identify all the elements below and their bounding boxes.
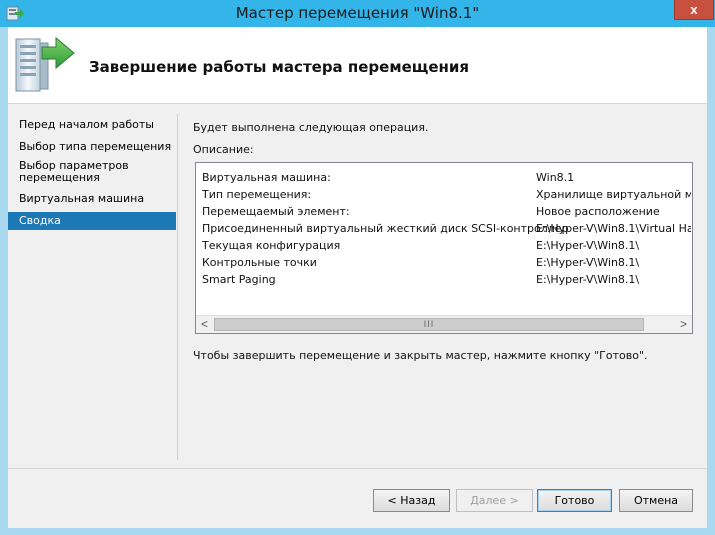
summary-row-value: E:\Hyper-V\Win8.1\ — [536, 239, 640, 252]
horizontal-scrollbar[interactable]: < III > — [196, 315, 692, 333]
scrollbar-thumb[interactable]: III — [214, 318, 644, 331]
finish-hint: Чтобы завершить перемещение и закрыть ма… — [193, 349, 648, 362]
title-bar[interactable]: Мастер перемещения "Win8.1" x — [0, 0, 715, 27]
wizard-header: Завершение работы мастера перемещения — [8, 27, 707, 104]
summary-row-name: Контрольные точки — [202, 256, 317, 269]
wizard-steps-nav: Перед началом работы Выбор типа перемеще… — [8, 105, 178, 460]
nav-step-virtual-machine[interactable]: Виртуальная машина — [8, 193, 176, 205]
intro-text: Будет выполнена следующая операция. — [193, 121, 429, 134]
summary-row-name: Текущая конфигурация — [202, 239, 341, 252]
summary-list-viewport: Виртуальная машина: Win8.1 Тип перемещен… — [196, 163, 692, 315]
close-button[interactable]: x — [674, 0, 714, 20]
summary-row-value: E:\Hyper-V\Win8.1\ — [536, 256, 640, 269]
close-icon: x — [690, 2, 698, 17]
cancel-button[interactable]: Отмена — [619, 489, 693, 512]
nav-divider — [177, 114, 178, 460]
next-button[interactable]: Далее > — [456, 489, 533, 512]
window-title: Мастер перемещения "Win8.1" — [235, 4, 480, 22]
summary-row-name: Тип перемещения: — [202, 188, 312, 201]
summary-row-value: Win8.1 — [536, 171, 575, 184]
server-move-arrow-icon — [15, 36, 75, 92]
chevron-right-icon: > — [679, 317, 687, 331]
summary-row-value: Новое расположение — [536, 205, 660, 218]
page-title: Завершение работы мастера перемещения — [89, 58, 470, 76]
wizard-client-area: Завершение работы мастера перемещения Пе… — [8, 27, 707, 528]
scroll-left-button[interactable]: < — [196, 316, 213, 333]
summary-row-name: Перемещаемый элемент: — [202, 205, 350, 218]
scrollbar-grip-icon: III — [423, 319, 435, 329]
summary-listbox[interactable]: Виртуальная машина: Win8.1 Тип перемещен… — [195, 162, 693, 334]
nav-step-summary[interactable]: Сводка — [8, 212, 176, 230]
summary-row-value: E:\Hyper-V\Win8.1\Virtual Hard Disks — [536, 222, 691, 235]
finish-button[interactable]: Готово — [537, 489, 612, 512]
description-label: Описание: — [193, 143, 254, 156]
footer-divider — [8, 468, 707, 469]
summary-row-name: Smart Paging — [202, 273, 276, 286]
back-button[interactable]: < Назад — [373, 489, 450, 512]
summary-row-name: Присоединенный виртуальный жесткий диск … — [202, 222, 569, 235]
summary-row-value: E:\Hyper-V\Win8.1\ — [536, 273, 640, 286]
scroll-right-button[interactable]: > — [675, 316, 692, 333]
nav-step-before-you-begin[interactable]: Перед началом работы — [8, 119, 176, 131]
summary-row-name: Виртуальная машина: — [202, 171, 331, 184]
nav-step-move-type[interactable]: Выбор типа перемещения — [8, 141, 176, 153]
chevron-left-icon: < — [200, 317, 208, 331]
summary-row-value: Хранилище виртуальной машины — [536, 188, 691, 201]
wizard-window: Мастер перемещения "Win8.1" x Завершение… — [0, 0, 715, 535]
nav-step-move-options[interactable]: Выбор параметров перемещения — [8, 160, 158, 184]
